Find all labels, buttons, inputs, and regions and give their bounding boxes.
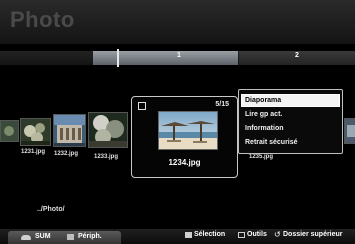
folder-path: ../Photo/ bbox=[37, 206, 65, 213]
page-tab-2[interactable]: 2 bbox=[239, 51, 355, 65]
page-position-marker bbox=[117, 49, 119, 67]
thumbnail-1232[interactable] bbox=[53, 114, 86, 147]
tools-button-icon bbox=[238, 232, 245, 238]
thumbnail-label-1231: 1231.jpg bbox=[21, 149, 46, 155]
select-checkbox[interactable] bbox=[138, 102, 146, 110]
tools-context-menu: Diaporama Lire gp act. Information Retra… bbox=[238, 89, 343, 154]
select-button-icon bbox=[185, 232, 192, 238]
thumbnail-1233-image bbox=[89, 113, 127, 147]
return-arrow-icon: ↺ bbox=[274, 230, 281, 239]
focused-thumbnail-image bbox=[158, 111, 218, 150]
thumbnail-label-1233: 1233.jpg bbox=[94, 154, 119, 160]
photo-browser-screen: Photo 1 2 1231.jpg 1232.jpg 1233.jpg 5/1… bbox=[0, 0, 355, 244]
thumbnail-1233[interactable] bbox=[88, 112, 128, 148]
thumbnail-edge-left[interactable] bbox=[0, 120, 19, 142]
menu-item-lire-gp-act[interactable]: Lire gp act. bbox=[242, 109, 339, 120]
item-counter: 5/15 bbox=[215, 101, 229, 108]
thumbnail-edge-right-image bbox=[345, 119, 355, 143]
thumbnail-label-1235: 1235.jpg bbox=[249, 154, 274, 160]
focused-thumbnail-label: 1234.jpg bbox=[168, 158, 201, 167]
thumbnail-1231[interactable] bbox=[20, 118, 51, 146]
thumbnail-label-1232: 1232.jpg bbox=[54, 151, 79, 157]
page-number-1: 1 bbox=[177, 52, 181, 59]
focused-thumbnail-card[interactable]: 5/15 1234.jpg bbox=[131, 96, 238, 178]
menu-item-diaporama[interactable]: Diaporama bbox=[241, 94, 340, 107]
peripheral-label[interactable]: Périph. bbox=[78, 233, 102, 240]
peripheral-device-icon bbox=[67, 234, 74, 240]
thumbnail-1231-image bbox=[21, 119, 50, 145]
menu-item-retrait-securise[interactable]: Retrait sécurisé bbox=[242, 137, 339, 148]
thumbnail-1232-image bbox=[54, 115, 85, 146]
thumbnail-edge-left-image bbox=[1, 121, 18, 141]
bottom-bar: SUM Périph. Sélection Outils ↺ Dossier s… bbox=[0, 229, 355, 244]
sum-device-icon bbox=[21, 235, 31, 240]
menu-item-information[interactable]: Information bbox=[242, 123, 339, 134]
title-bar: Photo bbox=[0, 0, 355, 44]
beach-photo-image bbox=[159, 112, 217, 149]
device-tab: SUM Périph. bbox=[8, 231, 121, 244]
select-hint[interactable]: Sélection bbox=[194, 231, 225, 238]
page-number-2: 2 bbox=[295, 52, 299, 59]
sum-label[interactable]: SUM bbox=[35, 233, 51, 240]
page-tab-1[interactable]: 1 bbox=[93, 51, 238, 65]
thumbnail-edge-right[interactable] bbox=[344, 118, 355, 144]
tools-hint[interactable]: Outils bbox=[247, 231, 267, 238]
page-title: Photo bbox=[10, 7, 75, 32]
page-strip: 1 2 bbox=[0, 49, 355, 67]
parent-folder-hint[interactable]: Dossier supérieur bbox=[283, 231, 343, 238]
